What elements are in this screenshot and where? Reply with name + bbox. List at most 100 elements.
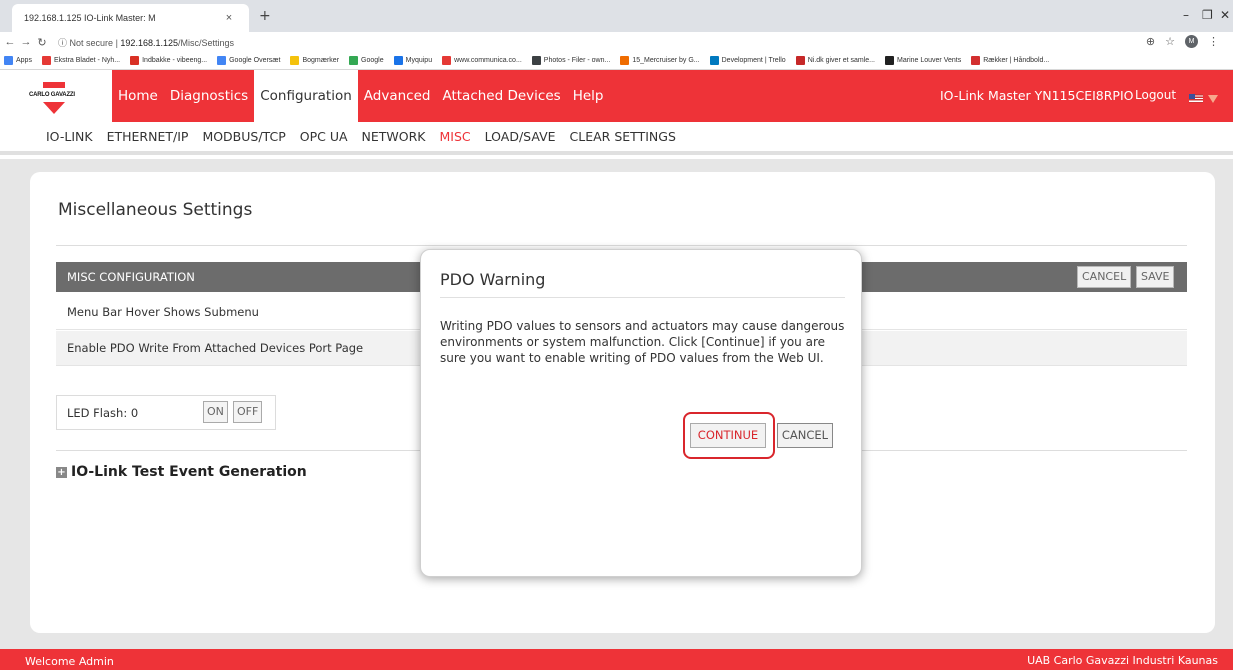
main-nav: Home Diagnostics Configuration Advanced Atta… [112,70,609,122]
tab-opc-ua[interactable]: OPC UA [300,129,348,144]
bookmark-google[interactable]: Google [349,56,384,65]
browser-tab[interactable]: 192.168.1.125 IO-Link Master: M × [12,4,249,32]
bookmark-bogm-rker[interactable]: Bogmærker [290,56,339,65]
bookmark-label: Google [361,57,384,64]
us-flag-icon[interactable] [1189,94,1203,103]
bookmark-15-mercruiser-by-g[interactable]: 15_Mercruiser by G... [620,56,700,65]
bookmark-label: Photos - Filer - own... [543,57,611,64]
tab-modbus-tcp[interactable]: MODBUS/TCP [202,129,285,144]
nav-help[interactable]: Help [567,70,610,122]
tab-title: 192.168.1.125 IO-Link Master: M [24,13,156,23]
bookmark-label: Indbakke - vibeeng... [142,57,208,64]
cancel-button[interactable]: CANCEL [1077,266,1132,288]
tab-network[interactable]: NETWORK [362,129,426,144]
save-button[interactable]: SAVE [1136,266,1175,288]
bookmark-label: Rækker | Håndbold... [983,57,1050,64]
bookmark-r-kker-h-ndbold[interactable]: Rækker | Håndbold... [971,56,1049,65]
zoom-icon[interactable]: ⊕ [1146,35,1155,48]
forward-icon[interactable]: → [18,36,34,48]
nav-attached-devices[interactable]: Attached Devices [436,70,566,122]
menu-kebab-icon[interactable]: ⋮ [1208,35,1219,48]
bookmark-favicon-icon [290,56,300,65]
continue-button[interactable]: CONTINUE [690,423,766,448]
event-generation-section[interactable]: + IO-Link Test Event Generation [56,464,307,480]
nav-home[interactable]: Home [112,70,164,122]
tab-close-icon[interactable]: × [221,12,237,24]
title-divider [56,245,1187,246]
nav-configuration[interactable]: Configuration [254,70,358,122]
footer: Welcome Admin UAB Carlo Gavazzi Industri… [0,649,1233,670]
tab-load-save[interactable]: LOAD/SAVE [485,129,556,144]
bookmark-favicon-icon [709,56,719,65]
sub-nav: IO-LINK ETHERNET/IP MODBUS/TCP OPC UA NETWOR… [0,122,1233,155]
address-bar: ← → ↻ ⓘ Not secure | 192.168.1.125/Misc/… [0,32,1233,52]
bookmark-indbakke-vibeeng[interactable]: Indbakke - vibeeng... [130,56,207,65]
tab-ethernet-ip[interactable]: ETHERNET/IP [107,129,189,144]
address-bar-actions: ⊕ ☆ M ⋮ [1146,35,1219,48]
bookmark-label: Google Oversæt [229,57,281,64]
dialog-message: Writing PDO values to sensors and actuat… [440,319,845,365]
url-field[interactable]: ⓘ Not secure | 192.168.1.125/Misc/Settin… [58,36,234,49]
new-tab-button[interactable]: + [259,8,271,24]
bookmark-label: 15_Mercruiser by G... [632,57,700,64]
bookmark-favicon-icon [971,56,981,65]
security-label: Not secure [69,37,114,48]
bookmark-star-icon[interactable]: ☆ [1165,35,1175,48]
bookmark-development-trello[interactable]: Development | Trello [709,56,786,65]
company-text: UAB Carlo Gavazzi Industri Kaunas [1027,654,1218,667]
logo-bar [43,82,65,88]
logout-link[interactable]: Logout [1135,88,1176,102]
bookmark-www-communica-co[interactable]: www.communica.co... [442,56,522,65]
bookmark-favicon-icon [217,56,227,65]
bookmark-google-overs-t[interactable]: Google Oversæt [217,56,280,65]
bookmark-apps[interactable]: Apps [4,56,32,65]
minimize-icon[interactable]: – [1183,8,1189,22]
bookmark-myquipu[interactable]: Myquipu [393,56,432,65]
close-window-icon[interactable]: ✕ [1220,8,1230,22]
logo-triangle [43,102,65,114]
dialog-divider [440,297,845,298]
back-icon[interactable]: ← [2,36,18,48]
nav-advanced[interactable]: Advanced [358,70,437,122]
led-on-button[interactable]: ON [203,401,228,423]
info-icon[interactable]: ⓘ [58,38,67,48]
bookmarks-bar: Apps Ekstra Bladet - Nyh... Indbakke - vib… [0,52,1233,70]
url-host: 192.168.1.125 [120,37,178,48]
bookmark-photos-filer-own[interactable]: Photos - Filer - own... [531,56,611,65]
bookmark-marine-louver-vents[interactable]: Marine Louver Vents [885,56,961,65]
carlo-gavazzi-logo[interactable]: CARLO GAVAZZI [0,70,112,122]
device-name: IO-Link Master YN115CEI8RPIO [940,88,1134,103]
expand-plus-icon[interactable]: + [56,466,67,478]
bookmark-label: Development | Trello [721,57,786,64]
bookmark-label: Ni.dk giver et samle... [807,57,876,64]
dialog-title: PDO Warning [440,270,546,289]
bookmark-ni-dk-giver-et-samle[interactable]: Ni.dk giver et samle... [795,56,876,65]
bookmark-favicon-icon [531,56,541,65]
bookmark-favicon-icon [795,56,805,65]
language-dropdown-icon[interactable] [1208,95,1218,103]
tab-clear-settings[interactable]: CLEAR SETTINGS [570,129,676,144]
bookmark-label: Ekstra Bladet - Nyh... [53,57,121,64]
bookmark-favicon-icon [41,56,51,65]
dialog-cancel-button[interactable]: CANCEL [777,423,833,448]
profile-avatar[interactable]: M [1185,35,1198,48]
bookmark-favicon-icon [620,56,630,65]
led-flash-label: LED Flash: 0 [67,406,139,420]
led-flash-control: LED Flash: 0 ON OFF [56,395,276,430]
setting-label: Enable PDO Write From Attached Devices P… [67,341,364,355]
apps-grid-icon [4,56,13,65]
reload-icon[interactable]: ↻ [34,36,50,49]
pdo-warning-dialog: PDO Warning Writing PDO values to sensor… [420,249,862,577]
bookmark-ekstra-bladet-nyh[interactable]: Ekstra Bladet - Nyh... [41,56,121,65]
restore-icon[interactable]: ❐ [1202,8,1213,22]
tab-io-link[interactable]: IO-LINK [46,129,93,144]
bookmark-favicon-icon [393,56,403,65]
event-generation-title: IO-Link Test Event Generation [71,464,307,480]
misc-config-title: MISC CONFIGURATION [67,270,195,284]
bookmark-label: Bogmærker [302,57,340,64]
welcome-text: Welcome Admin [25,655,114,668]
led-off-button[interactable]: OFF [233,401,263,423]
nav-diagnostics[interactable]: Diagnostics [164,70,254,122]
tab-misc[interactable]: MISC [439,129,470,144]
bookmark-label: Marine Louver Vents [897,57,962,64]
